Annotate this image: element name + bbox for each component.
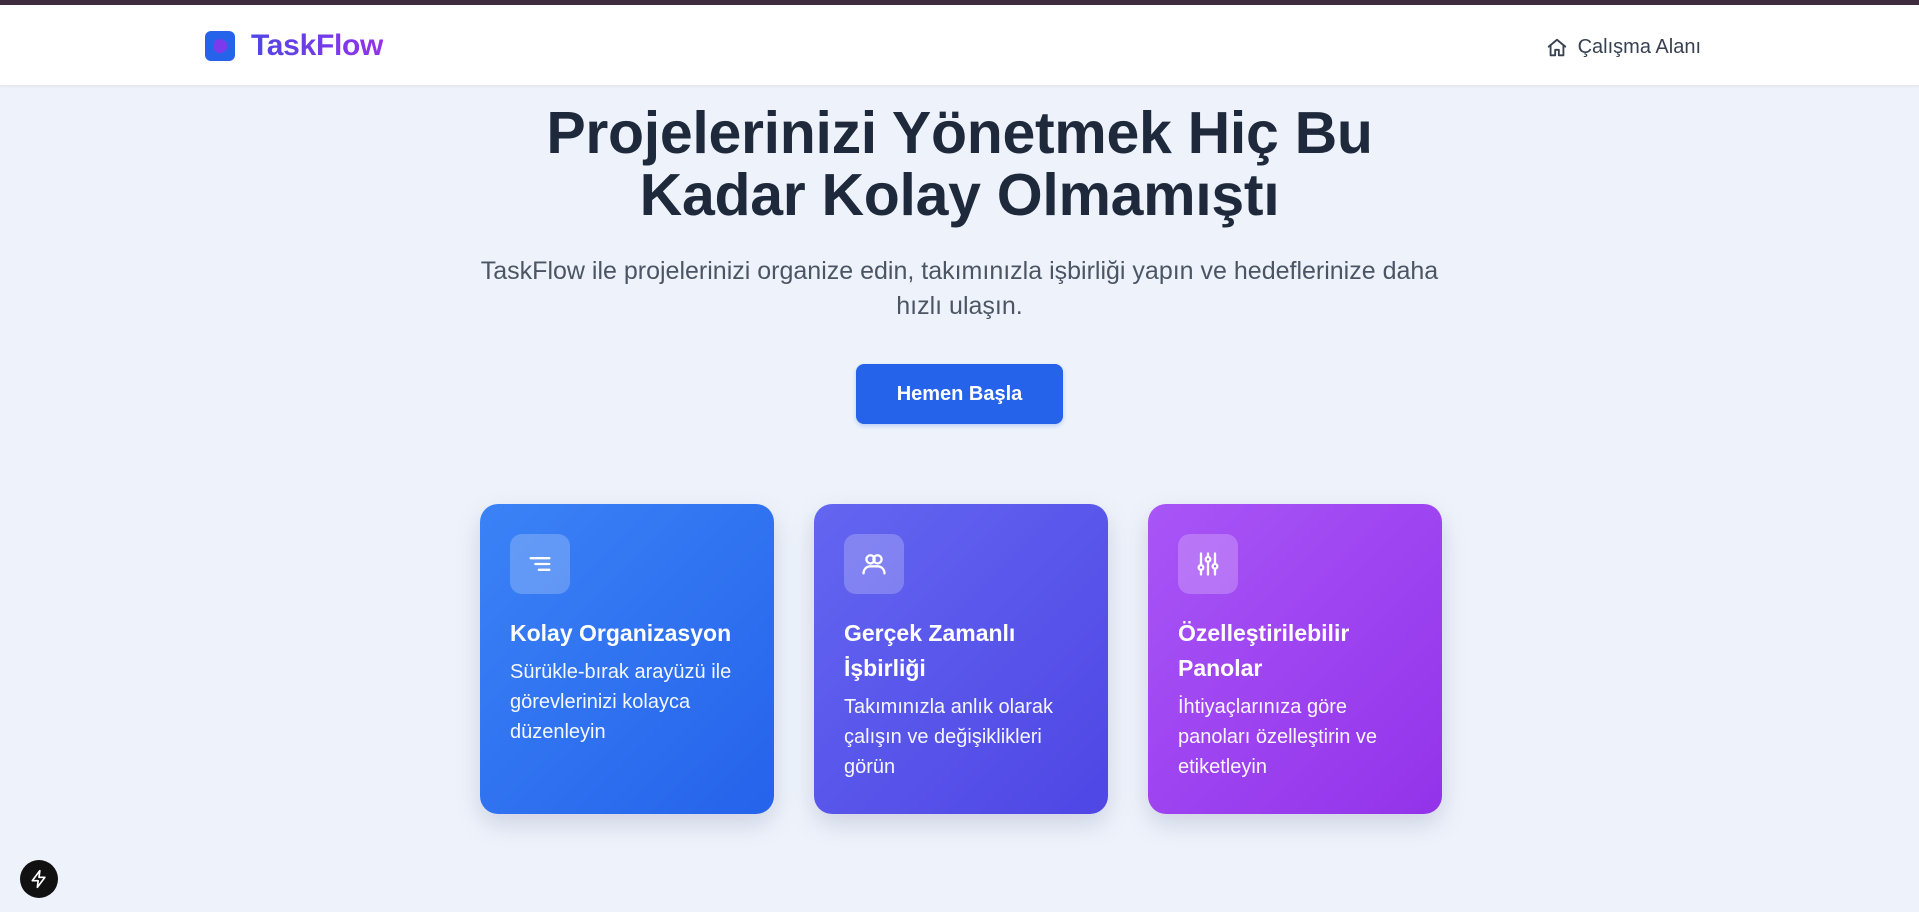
hero-section: Projelerinizi Yönetmek Hiç Bu Kadar Kola… bbox=[0, 102, 1919, 424]
feature-description: İhtiyaçlarınıza göre panoları özelleştir… bbox=[1178, 696, 1377, 778]
feature-title: Gerçek Zamanlı İşbirliği bbox=[844, 620, 1016, 681]
list-icon bbox=[510, 534, 570, 594]
feature-title: Kolay Organizasyon bbox=[510, 620, 732, 646]
feature-description: Sürükle-bırak arayüzü ile görevlerinizi … bbox=[510, 661, 732, 743]
users-icon bbox=[844, 534, 904, 594]
workspace-link[interactable]: Çalışma Alanı bbox=[1546, 36, 1701, 59]
hero-title-line-1: Projelerinizi Yönetmek Hiç Bu bbox=[546, 100, 1373, 166]
get-started-button[interactable]: Hemen Başla bbox=[856, 364, 1063, 424]
brand-name: TaskFlow bbox=[251, 29, 384, 62]
home-icon bbox=[1547, 38, 1566, 56]
lightning-icon bbox=[31, 869, 46, 889]
hero-subtitle: TaskFlow ile projelerinizi organize edin… bbox=[480, 257, 1439, 320]
workspace-link-label: Çalışma Alanı bbox=[1577, 36, 1701, 58]
feature-card-organization: Kolay Organizasyon Sürükle-bırak arayüzü… bbox=[480, 504, 774, 814]
hero-title-line-2: Kadar Kolay Olmamıştı bbox=[639, 162, 1280, 228]
feature-card-boards: Özelleştirilebilir Panolar İhtiyaçlarını… bbox=[1148, 504, 1442, 814]
brand[interactable]: TaskFlow bbox=[205, 29, 383, 63]
feature-description: Takımınızla anlık olarak çalışın ve deği… bbox=[844, 696, 1053, 778]
navbar: TaskFlow Çalışma Alanı bbox=[0, 5, 1919, 86]
brand-logo-icon bbox=[205, 31, 235, 61]
feature-card-collaboration: Gerçek Zamanlı İşbirliği Takımınızla anl… bbox=[814, 504, 1108, 814]
sliders-icon bbox=[1178, 534, 1238, 594]
feature-title: Özelleştirilebilir Panolar bbox=[1178, 620, 1350, 681]
dev-tools-button[interactable] bbox=[20, 860, 58, 898]
feature-cards: Kolay Organizasyon Sürükle-bırak arayüzü… bbox=[480, 504, 1442, 814]
hero-title: Projelerinizi Yönetmek Hiç Bu Kadar Kola… bbox=[510, 102, 1410, 226]
